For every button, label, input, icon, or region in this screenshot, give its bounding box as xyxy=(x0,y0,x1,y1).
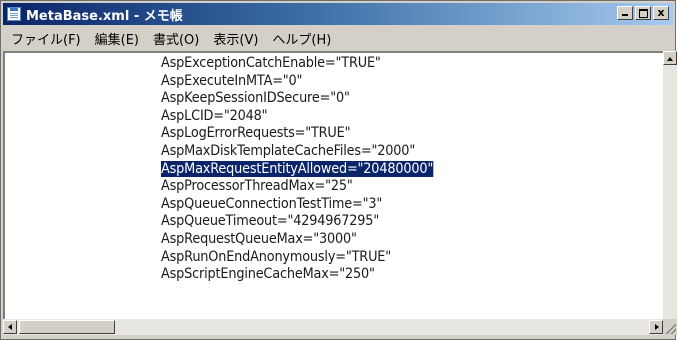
menu-bar: ファイル(F) 編集(E) 書式(O) 表示(V) ヘルプ(H) xyxy=(3,27,673,49)
text-line[interactable]: AspLCID="2048" xyxy=(161,108,433,126)
menu-help[interactable]: ヘルプ(H) xyxy=(265,29,338,48)
text-lines: AspExceptionCatchEnable="TRUE" AspExecut… xyxy=(161,55,457,284)
menu-file[interactable]: ファイル(F) xyxy=(3,29,88,48)
scroll-left-icon[interactable] xyxy=(3,320,17,334)
text-line[interactable]: AspRequestQueueMax="3000" xyxy=(161,231,433,249)
text-line[interactable]: AspScriptEngineCacheMax="250" xyxy=(161,266,433,284)
text-line[interactable]: AspQueueTimeout="4294967295" xyxy=(161,213,433,231)
text-line[interactable]: AspKeepSessionIDSecure="0" xyxy=(161,90,433,108)
text-line[interactable]: AspProcessorThreadMax="25" xyxy=(161,178,433,196)
selected-text-line[interactable]: AspMaxRequestEntityAllowed="20480000" xyxy=(161,160,433,179)
horizontal-scrollbar[interactable] xyxy=(3,319,663,335)
notepad-window: MetaBase.xml - メモ帳 x ファイル(F) 編集(E) 書式(O)… xyxy=(0,0,677,340)
text-line[interactable]: AspExceptionCatchEnable="TRUE" xyxy=(161,55,433,73)
menu-edit[interactable]: 編集(E) xyxy=(88,29,146,48)
menu-view[interactable]: 表示(V) xyxy=(206,29,265,48)
horizontal-scroll-thumb[interactable] xyxy=(19,320,115,334)
minimize-icon[interactable] xyxy=(617,6,633,20)
text-area[interactable]: AspExceptionCatchEnable="TRUE" AspExecut… xyxy=(3,51,663,319)
window-title: MetaBase.xml - メモ帳 xyxy=(26,8,183,24)
scroll-up-icon[interactable] xyxy=(663,51,677,65)
resize-grip-icon[interactable] xyxy=(663,319,677,335)
text-line[interactable]: AspLogErrorRequests="TRUE" xyxy=(161,125,433,143)
scroll-right-icon[interactable] xyxy=(649,320,663,334)
text-line[interactable]: AspRunOnEndAnonymously="TRUE" xyxy=(161,249,433,267)
text-line[interactable]: AspQueueConnectionTestTime="3" xyxy=(161,196,433,214)
title-bar[interactable]: MetaBase.xml - メモ帳 x xyxy=(3,3,673,25)
notepad-icon[interactable] xyxy=(7,7,21,21)
text-line[interactable]: AspMaxDiskTemplateCacheFiles="2000" xyxy=(161,143,433,161)
maximize-icon[interactable] xyxy=(635,6,651,20)
caption-buttons: x xyxy=(615,6,669,20)
vertical-scrollbar[interactable] xyxy=(663,51,677,319)
text-line[interactable]: AspExecuteInMTA="0" xyxy=(161,73,433,91)
close-icon[interactable]: x xyxy=(653,6,669,20)
menu-format[interactable]: 書式(O) xyxy=(146,29,206,48)
